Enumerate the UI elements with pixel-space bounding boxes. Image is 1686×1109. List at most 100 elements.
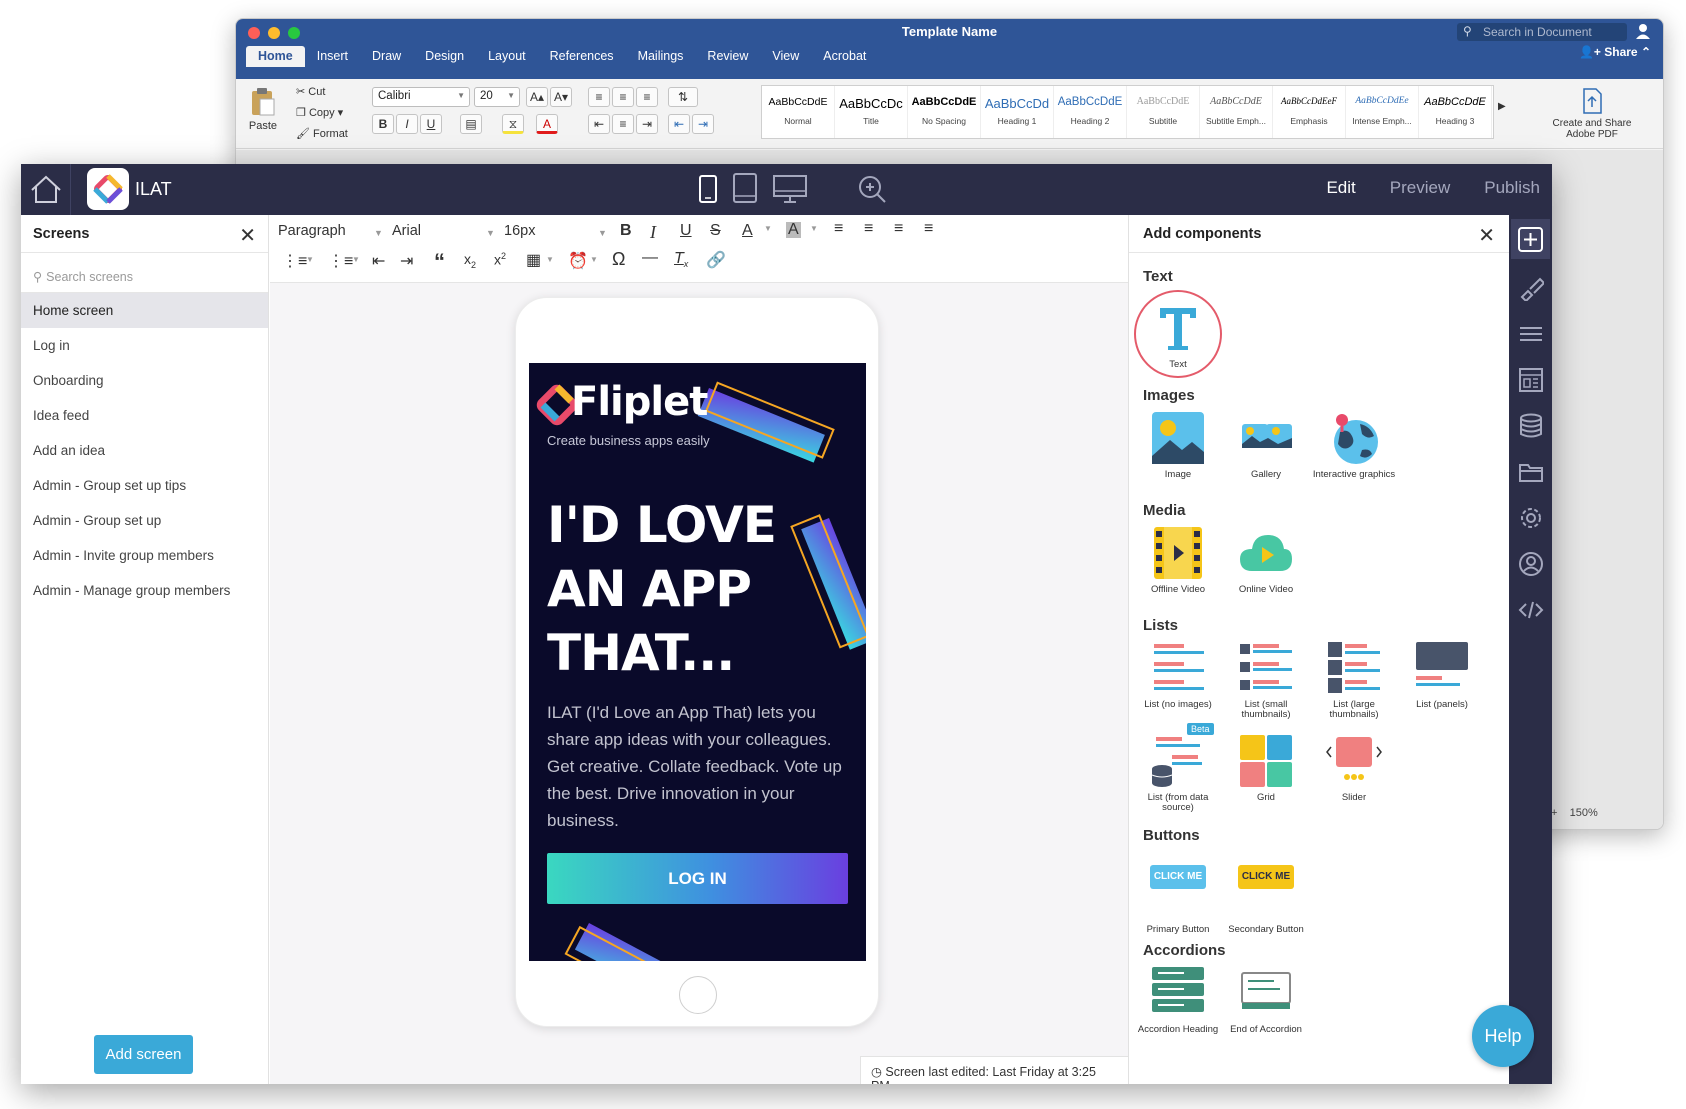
- align-center-icon[interactable]: ≡: [864, 220, 873, 238]
- font-size-select[interactable]: 16px ▼: [504, 223, 607, 239]
- account-icon[interactable]: [1635, 22, 1653, 40]
- screen-item-group-setup[interactable]: Admin - Group set up: [21, 503, 268, 538]
- component-offline-video[interactable]: Offline Video: [1133, 525, 1223, 595]
- alarm-clock-icon[interactable]: ⏰: [568, 251, 588, 271]
- component-list-large-thumbnails[interactable]: List (large thumbnails): [1309, 640, 1399, 720]
- special-character-icon[interactable]: Ω: [612, 249, 625, 270]
- numbered-list-icon[interactable]: ⋮≡: [328, 251, 353, 271]
- close-icon[interactable]: ✕: [1478, 223, 1495, 248]
- component-accordion-heading[interactable]: Accordion Heading: [1133, 965, 1223, 1035]
- format-painter-button[interactable]: 🖌 Format: [296, 127, 348, 140]
- screen-item-onboarding[interactable]: Onboarding: [21, 363, 268, 398]
- superscript-icon[interactable]: x2: [494, 251, 506, 268]
- tab-draw[interactable]: Draw: [360, 46, 413, 67]
- highlight-color-button[interactable]: ⧖: [502, 114, 524, 134]
- style-subtitle[interactable]: AaBbCcDdE Subtitle: [1127, 86, 1200, 138]
- close-icon[interactable]: ✕: [239, 223, 256, 248]
- word-search-input[interactable]: ⚲ Search in Document: [1457, 23, 1627, 41]
- screen-item-add-idea[interactable]: Add an idea: [21, 433, 268, 468]
- clear-formatting-icon[interactable]: Tx: [674, 250, 688, 269]
- component-interactive-graphics[interactable]: Interactive graphics: [1309, 410, 1399, 480]
- bold-icon[interactable]: B: [620, 222, 632, 240]
- grow-font-button[interactable]: A▴: [526, 87, 548, 107]
- italic-icon[interactable]: I: [650, 222, 656, 243]
- tab-layout[interactable]: Layout: [476, 46, 538, 67]
- decrease-indent-button[interactable]: ⇤: [668, 114, 690, 134]
- table-icon[interactable]: ▦: [526, 250, 541, 270]
- paragraph-spacing-button[interactable]: ≡: [612, 87, 634, 107]
- screen-item-invite-members[interactable]: Admin - Invite group members: [21, 538, 268, 573]
- appearance-brush-icon[interactable]: [1518, 275, 1544, 301]
- login-button[interactable]: LOG IN: [547, 853, 848, 904]
- align-left-icon[interactable]: ≡: [834, 220, 843, 238]
- tab-references[interactable]: References: [538, 46, 626, 67]
- style-heading-1[interactable]: AaBbCcDd Heading 1: [981, 86, 1054, 138]
- chevron-down-icon[interactable]: ▼: [546, 255, 554, 264]
- add-component-tab[interactable]: [1511, 219, 1550, 259]
- tab-preview[interactable]: Preview: [1390, 178, 1450, 198]
- underline-button[interactable]: U: [420, 114, 442, 134]
- tab-home[interactable]: Home: [246, 46, 305, 67]
- style-emphasis[interactable]: AaBbCcDdEeF Emphasis: [1273, 86, 1346, 138]
- bullet-list-icon[interactable]: ⋮≡: [282, 251, 307, 271]
- link-icon[interactable]: 🔗: [706, 250, 726, 270]
- sort-button[interactable]: ⇅: [668, 87, 698, 107]
- share-button[interactable]: 👤+ Share ⌃: [1579, 45, 1651, 59]
- home-button[interactable]: [21, 164, 71, 215]
- screen-item-idea-feed[interactable]: Idea feed: [21, 398, 268, 433]
- style-heading-2[interactable]: AaBbCcDdE Heading 2: [1054, 86, 1127, 138]
- database-icon[interactable]: [1518, 413, 1544, 439]
- font-name-select[interactable]: Calibri ▼: [372, 87, 470, 107]
- style-subtitle-emphasis[interactable]: AaBbCcDdE Subtitle Emph...: [1200, 86, 1273, 138]
- gear-icon[interactable]: [1518, 505, 1544, 531]
- styles-more-arrow-icon[interactable]: ▶: [1498, 101, 1506, 112]
- tab-insert[interactable]: Insert: [305, 46, 360, 67]
- cut-button[interactable]: ✂ Cut: [296, 85, 325, 98]
- zoom-level[interactable]: 150%: [1570, 807, 1598, 819]
- tab-acrobat[interactable]: Acrobat: [811, 46, 878, 67]
- component-image[interactable]: Image: [1133, 410, 1223, 480]
- component-gallery[interactable]: Gallery: [1221, 410, 1311, 480]
- component-list-data-source[interactable]: List (from data source): [1133, 733, 1223, 813]
- component-secondary-button[interactable]: CLICK ME Secondary Button: [1221, 853, 1311, 935]
- paste-button[interactable]: Paste: [246, 87, 280, 132]
- tablet-device-icon[interactable]: [732, 172, 758, 204]
- align-justify-icon[interactable]: ≡: [924, 220, 933, 238]
- indent-icon[interactable]: ⇥: [400, 251, 413, 271]
- align-center-button[interactable]: ≡: [612, 114, 634, 134]
- chevron-down-icon[interactable]: ▼: [810, 224, 818, 233]
- outdent-icon[interactable]: ⇤: [372, 251, 385, 271]
- borders-button[interactable]: ▤: [460, 114, 482, 134]
- copy-button[interactable]: ❐ Copy ▾: [296, 106, 343, 119]
- align-right-button[interactable]: ⇥: [636, 114, 658, 134]
- component-online-video[interactable]: Online Video: [1221, 525, 1311, 595]
- blockquote-icon[interactable]: “: [434, 249, 445, 275]
- phone-device-icon[interactable]: [698, 174, 718, 204]
- space-after-button[interactable]: ≡: [636, 87, 658, 107]
- subscript-icon[interactable]: x2: [464, 251, 476, 270]
- add-screen-button[interactable]: Add screen: [94, 1035, 193, 1074]
- font-family-select[interactable]: Arial ▼: [392, 223, 495, 239]
- style-intense-emphasis[interactable]: AaBbCcDdEe Intense Emph...: [1346, 86, 1419, 138]
- style-no-spacing[interactable]: AaBbCcDdE No Spacing: [908, 86, 981, 138]
- align-right-icon[interactable]: ≡: [894, 220, 903, 238]
- tab-edit[interactable]: Edit: [1326, 178, 1355, 198]
- component-list-no-images[interactable]: List (no images): [1133, 640, 1223, 710]
- chevron-down-icon[interactable]: ▼: [590, 255, 598, 264]
- app-screen-preview[interactable]: Fliplet Create business apps easily I'D …: [529, 363, 866, 961]
- shrink-font-button[interactable]: A▾: [550, 87, 572, 107]
- create-pdf-button[interactable]: Create and Share Adobe PDF: [1547, 87, 1637, 140]
- chevron-down-icon[interactable]: ▼: [352, 255, 360, 264]
- component-grid[interactable]: Grid: [1221, 733, 1311, 803]
- component-slider[interactable]: Slider: [1309, 733, 1399, 803]
- component-primary-button[interactable]: CLICK ME Primary Button: [1133, 853, 1223, 935]
- style-normal[interactable]: AaBbCcDdE Normal: [762, 86, 835, 138]
- screens-search-input[interactable]: ⚲ Search screens: [21, 259, 268, 293]
- tab-review[interactable]: Review: [695, 46, 760, 67]
- tab-mailings[interactable]: Mailings: [626, 46, 696, 67]
- tab-publish[interactable]: Publish: [1484, 178, 1540, 198]
- tab-design[interactable]: Design: [413, 46, 476, 67]
- screen-item-log-in[interactable]: Log in: [21, 328, 268, 363]
- italic-button[interactable]: I: [396, 114, 418, 134]
- bold-button[interactable]: B: [372, 114, 394, 134]
